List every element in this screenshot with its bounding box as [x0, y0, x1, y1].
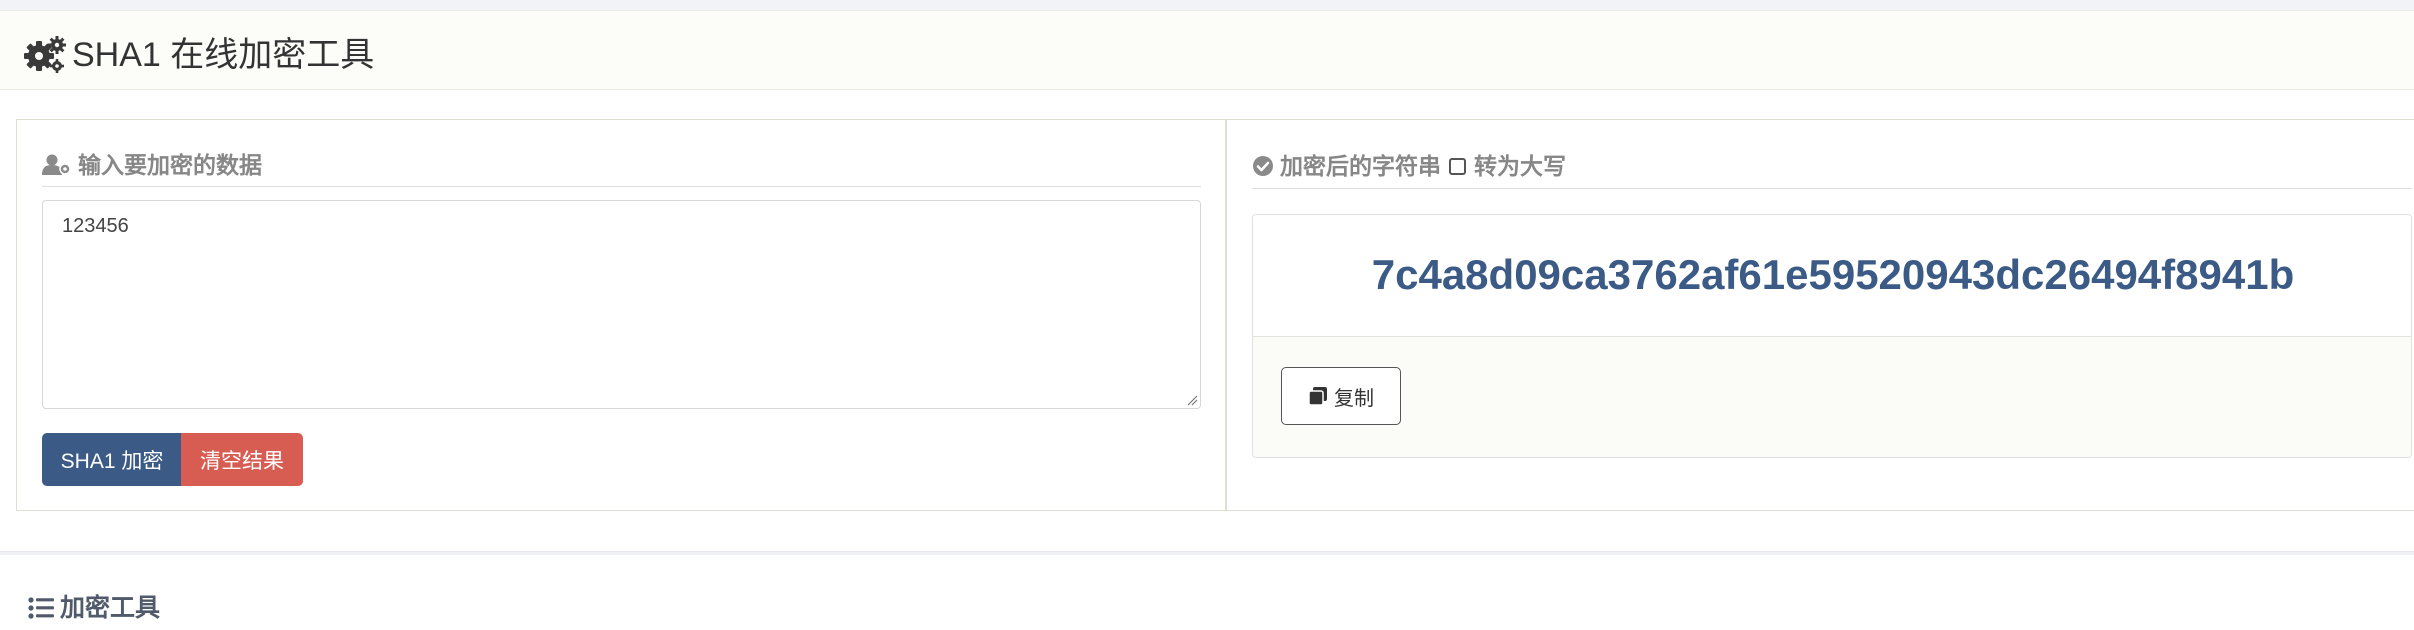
result-hash: 7c4a8d09ca3762af61e59520943dc26494f8941b [1371, 251, 2295, 298]
data-input-value: 123456 [62, 215, 129, 237]
check-circle-icon [1253, 156, 1273, 176]
data-input-textarea[interactable]: 123456 [42, 200, 1201, 409]
section-separator [0, 551, 2414, 555]
page-title: SHA1 在线加密工具 [72, 36, 375, 74]
user-gear-icon [42, 154, 71, 175]
input-heading-rule [42, 186, 1201, 187]
uppercase-checkbox[interactable] [1449, 157, 1466, 175]
top-strip [0, 0, 2414, 10]
tools-section-heading: 加密工具 [28, 592, 160, 624]
output-section-heading: 加密后的字符串 转为大写 [1252, 151, 1566, 181]
clear-result-button[interactable]: 清空结果 [181, 433, 303, 486]
gears-icon [24, 36, 66, 73]
sha1-encrypt-button[interactable]: SHA1 加密 [42, 433, 182, 486]
title-bar: SHA1 在线加密工具 [0, 10, 2414, 90]
resize-handle-icon[interactable] [1186, 394, 1198, 406]
copy-button[interactable]: 复制 [1281, 367, 1401, 425]
result-footer: 复制 [1253, 336, 2411, 457]
copy-button-label: 复制 [1334, 387, 1374, 410]
uppercase-label[interactable]: 转为大写 [1474, 151, 1566, 181]
input-section-heading: 输入要加密的数据 [42, 150, 262, 180]
output-heading-rule [1252, 188, 2412, 189]
result-card: 7c4a8d09ca3762af61e59520943dc26494f8941b… [1252, 214, 2412, 458]
tools-section-label: 加密工具 [60, 594, 161, 622]
output-section-label: 加密后的字符串 [1280, 153, 1441, 179]
input-section-label: 输入要加密的数据 [78, 152, 262, 178]
copy-icon [1308, 387, 1327, 406]
panel-divider [1225, 119, 1227, 511]
list-icon [28, 597, 54, 619]
